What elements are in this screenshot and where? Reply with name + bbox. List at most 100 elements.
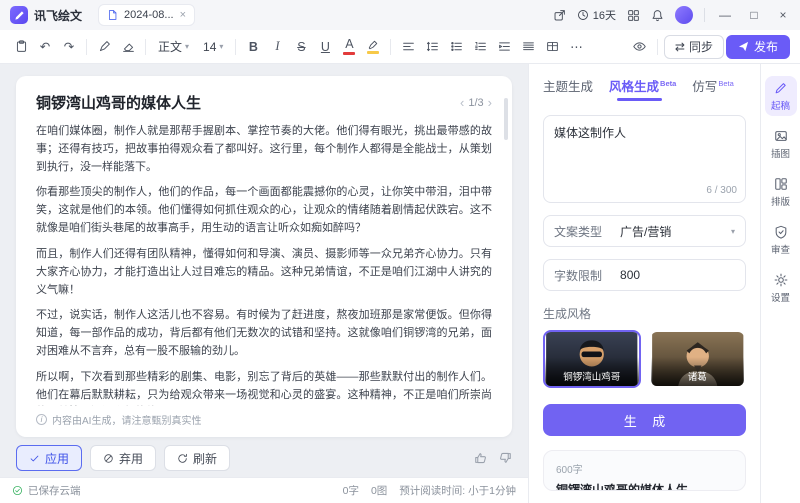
font-size-select[interactable]: 14▾ bbox=[197, 40, 229, 54]
discard-button[interactable]: 弃用 bbox=[90, 445, 156, 471]
rail-item-illustration[interactable]: 插图 bbox=[765, 124, 797, 164]
bell-icon[interactable] bbox=[651, 9, 664, 22]
editor-column: 铜锣湾山鸡哥的媒体人生 ‹ 1/3 › 在咱们媒体圈，制作人就是那帮手握剧本、掌… bbox=[0, 64, 528, 503]
paste-icon[interactable] bbox=[10, 35, 32, 59]
rail-item-review[interactable]: 审查 bbox=[765, 220, 797, 260]
font-color-button[interactable]: A bbox=[338, 35, 360, 59]
bullet-list-icon[interactable] bbox=[445, 35, 467, 59]
version-pager: ‹ 1/3 › bbox=[460, 95, 492, 110]
underline-button[interactable]: U bbox=[314, 35, 336, 59]
rail-item-layout[interactable]: 排版 bbox=[765, 172, 797, 212]
undo-icon[interactable]: ↶ bbox=[34, 35, 56, 59]
status-bar: 已保存云端 0字 0图 预计阅读时间: 小于1分钟 bbox=[0, 477, 528, 503]
tab-imitate[interactable]: 仿写Beta bbox=[692, 76, 733, 103]
article-body[interactable]: 在咱们媒体圈，制作人就是那帮手握剧本、掌控节奏的大佬。他们得有眼光，挑出最带感的… bbox=[36, 123, 492, 406]
clear-format-icon[interactable] bbox=[117, 35, 139, 59]
shield-icon bbox=[774, 225, 788, 239]
document-icon bbox=[107, 9, 118, 21]
numbered-list-icon[interactable] bbox=[469, 35, 491, 59]
style-card-name: 铜锣湾山鸡哥 bbox=[545, 357, 639, 386]
generate-button[interactable]: 生 成 bbox=[543, 404, 746, 436]
document-tab-title: 2024-08... bbox=[124, 9, 174, 21]
style-card-shanjige[interactable]: 铜锣湾山鸡哥 bbox=[543, 330, 641, 388]
preview-eye-icon[interactable] bbox=[629, 35, 651, 59]
next-version-icon[interactable]: › bbox=[488, 95, 492, 110]
highlight-button[interactable] bbox=[362, 35, 384, 59]
result-title: 铜锣湾山鸡哥的媒体人生 bbox=[556, 481, 733, 491]
titlebar-divider bbox=[704, 8, 705, 22]
pencil-icon bbox=[774, 81, 788, 95]
prev-version-icon[interactable]: ‹ bbox=[460, 95, 464, 110]
publish-button[interactable]: 发布 bbox=[726, 35, 790, 59]
thumbs-down-icon[interactable] bbox=[498, 451, 512, 465]
align-left-icon[interactable] bbox=[397, 35, 419, 59]
strikethrough-button[interactable]: S bbox=[290, 35, 312, 59]
info-icon: i bbox=[36, 414, 47, 425]
sync-button[interactable]: ⇄ 同步 bbox=[664, 35, 724, 59]
trial-days-badge[interactable]: 16天 bbox=[577, 7, 616, 23]
app-logo: 讯飞绘文 bbox=[10, 6, 82, 24]
doc-type-value: 广告/营销 bbox=[620, 223, 731, 240]
italic-button[interactable]: I bbox=[266, 35, 288, 59]
beta-badge: Beta bbox=[718, 79, 733, 88]
paragraph-style-select[interactable]: 正文▾ bbox=[152, 38, 195, 55]
refresh-button[interactable]: 刷新 bbox=[164, 445, 230, 471]
result-word-count: 600字 bbox=[556, 461, 733, 476]
check-icon bbox=[29, 453, 40, 464]
format-painter-icon[interactable] bbox=[93, 35, 115, 59]
ai-disclaimer: i 内容由AI生成，请注意甄别真实性 bbox=[36, 406, 492, 427]
gear-icon bbox=[774, 273, 788, 287]
cloud-saved-icon bbox=[12, 485, 23, 496]
more-tools-icon[interactable]: ⋯ bbox=[565, 35, 587, 59]
bold-button[interactable]: B bbox=[242, 35, 264, 59]
doc-type-select[interactable]: 文案类型 广告/营销 ▾ bbox=[543, 215, 746, 247]
article-paragraph: 你看那些顶尖的制作人，他们的作品，每一个画面都能震撼你的心灵，让你笑中带泪，泪中… bbox=[36, 184, 492, 237]
discard-icon bbox=[103, 453, 114, 464]
rail-item-settings[interactable]: 设置 bbox=[765, 268, 797, 308]
thumbs-up-icon[interactable] bbox=[474, 451, 488, 465]
image-icon bbox=[774, 129, 788, 143]
format-toolbar: ↶ ↷ 正文▾ 14▾ B I S U A bbox=[0, 30, 800, 64]
tab-topic-generate[interactable]: 主题生成 bbox=[543, 76, 593, 103]
rail-item-draft[interactable]: 起稿 bbox=[765, 76, 797, 116]
tab-style-generate[interactable]: 风格生成Beta bbox=[609, 76, 676, 103]
redo-icon[interactable]: ↷ bbox=[58, 35, 80, 59]
sync-arrows-icon: ⇄ bbox=[675, 40, 685, 54]
style-card-name: 诸葛 bbox=[651, 357, 745, 386]
word-limit-input[interactable]: 字数限制 800 bbox=[543, 259, 746, 291]
tab-close-icon[interactable]: × bbox=[180, 9, 186, 21]
image-count: 0图 bbox=[371, 483, 387, 498]
page-indicator: 1/3 bbox=[468, 97, 483, 109]
generation-result-card[interactable]: 600字 铜锣湾山鸡哥的媒体人生 在咱们媒体圈，制作人就是那帮手握剧本、掌控节奏… bbox=[543, 450, 746, 491]
share-icon[interactable] bbox=[553, 9, 566, 22]
side-rail: 起稿 插图 排版 审查 设置 bbox=[760, 64, 800, 503]
chevron-down-icon: ▾ bbox=[185, 42, 189, 51]
style-card-zhuge[interactable]: 诸葛 bbox=[649, 330, 747, 388]
titlebar: 讯飞绘文 2024-08... × 16天 bbox=[0, 0, 800, 30]
justify-icon[interactable] bbox=[517, 35, 539, 59]
close-button[interactable]: × bbox=[774, 8, 792, 22]
article-paragraph: 在咱们媒体圈，制作人就是那帮手握剧本、掌控节奏的大佬。他们得有眼光，挑出最带感的… bbox=[36, 123, 492, 176]
scrollbar[interactable] bbox=[504, 98, 508, 140]
chevron-down-icon: ▾ bbox=[219, 42, 223, 51]
color-swatch bbox=[343, 52, 355, 55]
article-paragraph: 而且，制作人们还得有团队精神，懂得如何和导演、演员、摄影师等一众兄弟齐心协力。只… bbox=[36, 246, 492, 299]
table-icon[interactable] bbox=[541, 35, 563, 59]
prompt-input[interactable]: 媒体这制作人 6 / 300 bbox=[543, 115, 746, 203]
read-time: 预计阅读时间: 小于1分钟 bbox=[399, 483, 516, 498]
saved-status: 已保存云端 bbox=[28, 483, 81, 498]
draft-actions: 应用 弃用 刷新 bbox=[16, 445, 512, 471]
style-cards: 铜锣湾山鸡哥 诸葛 bbox=[543, 330, 746, 388]
apply-button[interactable]: 应用 bbox=[16, 445, 82, 471]
user-avatar[interactable] bbox=[675, 6, 693, 24]
doc-type-label: 文案类型 bbox=[554, 223, 602, 240]
apps-grid-icon[interactable] bbox=[627, 9, 640, 22]
document-tab[interactable]: 2024-08... × bbox=[98, 4, 195, 26]
line-spacing-icon[interactable] bbox=[421, 35, 443, 59]
minimize-button[interactable]: — bbox=[716, 8, 734, 22]
indent-icon[interactable] bbox=[493, 35, 515, 59]
app-window: 讯飞绘文 2024-08... × 16天 bbox=[0, 0, 800, 503]
article-title: 铜锣湾山鸡哥的媒体人生 bbox=[36, 92, 201, 113]
maximize-button[interactable]: □ bbox=[745, 8, 763, 22]
beta-badge: Beta bbox=[660, 79, 676, 88]
